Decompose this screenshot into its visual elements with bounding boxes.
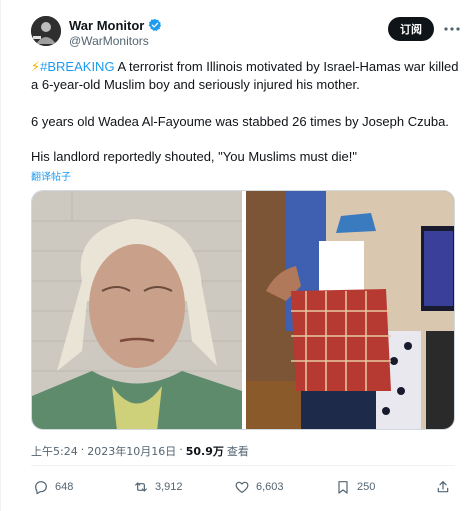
author-handle[interactable]: @WarMonitors	[69, 34, 149, 48]
tweet-time[interactable]: 上午5:24	[31, 443, 78, 459]
bookmark-count: 250	[357, 481, 376, 493]
lightning-icon: ⚡	[31, 59, 41, 74]
author-display-name[interactable]: War Monitor	[69, 18, 144, 33]
reply-button[interactable]: 648	[33, 476, 73, 498]
media-grid	[31, 190, 455, 430]
verified-badge-icon	[148, 18, 162, 31]
victim-photo[interactable]	[246, 191, 455, 430]
views-count: 50.9万	[185, 445, 224, 458]
tweet-meta: 上午5:24 · 2023年10月16日 · 50.9万 查看	[31, 443, 249, 459]
action-bar: 648 3,912 6,603 250	[31, 476, 455, 498]
tweet-text-paragraph-2: 6 years old Wadea Al-Fayoume was stabbed…	[31, 114, 449, 129]
author-name-row[interactable]: War Monitor	[69, 16, 162, 34]
suspect-mugshot-photo[interactable]	[32, 191, 242, 430]
tweet-text-paragraph-1: ⚡#BREAKING A terrorist from Illinois mot…	[31, 58, 461, 94]
divider	[31, 465, 455, 466]
like-icon	[235, 481, 249, 493]
share-icon	[437, 481, 449, 493]
translate-post-link[interactable]: 翻译帖子	[31, 168, 71, 183]
breaking-hashtag-link[interactable]: #BREAKING	[40, 59, 114, 74]
repost-button[interactable]: 3,912	[133, 476, 183, 498]
share-button[interactable]	[435, 476, 451, 498]
like-count: 6,603	[256, 481, 284, 493]
repost-icon	[135, 482, 147, 492]
author-avatar[interactable]	[31, 16, 61, 46]
reply-icon	[35, 481, 47, 495]
subscribe-button[interactable]: 订阅	[388, 17, 434, 41]
tweet-text-paragraph-3: His landlord reportedly shouted, "You Mu…	[31, 149, 357, 164]
bookmark-button[interactable]: 250	[335, 476, 375, 498]
repost-count: 3,912	[155, 481, 183, 493]
bookmark-icon	[338, 481, 348, 494]
views-label: 查看	[226, 445, 249, 458]
tweet-date[interactable]: 2023年10月16日	[87, 443, 176, 459]
more-icon[interactable]	[442, 19, 462, 39]
reply-count: 648	[55, 481, 74, 493]
meta-separator: ·	[80, 443, 85, 456]
meta-separator: ·	[179, 443, 183, 456]
avatar-image	[31, 16, 61, 46]
tweet-card: War Monitor @WarMonitors 订阅 ⚡#BREAKING A…	[0, 0, 472, 511]
like-button[interactable]: 6,603	[234, 476, 284, 498]
